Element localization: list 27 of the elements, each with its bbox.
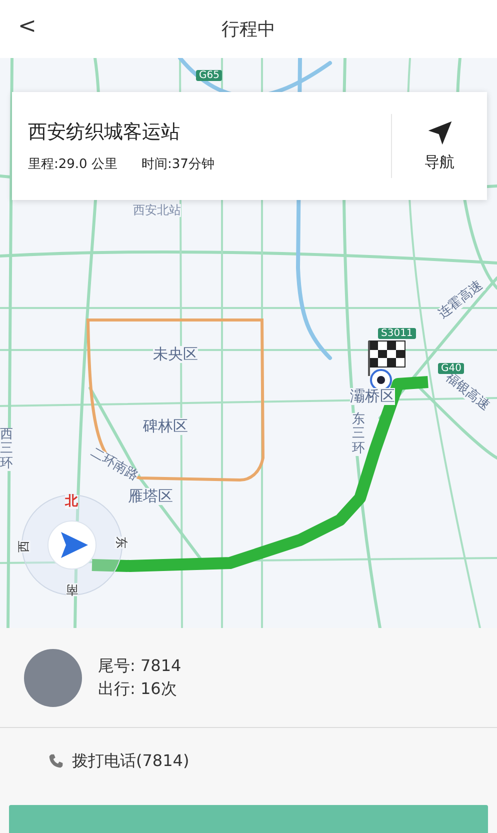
highway-shield: S3011 — [378, 328, 416, 339]
highway-shield: G65 — [196, 70, 222, 81]
road-label: 连霍高速 — [436, 278, 486, 322]
road-label: 东三环 — [352, 413, 365, 456]
highway-shield: G40 — [438, 363, 464, 374]
phone-icon — [48, 752, 64, 768]
duration-text: 时间:37分钟 — [141, 156, 214, 174]
compass-label: 东 — [114, 536, 128, 549]
distance-text: 里程:29.0 公里 — [28, 156, 118, 174]
confirm-button[interactable] — [9, 805, 488, 833]
district-label: 未央区 — [153, 346, 198, 362]
call-link[interactable]: 拨打电话(7814) — [48, 748, 190, 772]
navigation-button[interactable]: 导航 — [391, 114, 487, 178]
district-label: 灞桥区 — [350, 388, 395, 404]
trip-count-text: 出行: 16次 — [98, 678, 178, 700]
back-button[interactable]: < — [14, 14, 40, 40]
district-label: 雁塔区 — [128, 488, 173, 504]
navigation-icon — [426, 118, 454, 147]
compass-label: 西 — [17, 540, 31, 553]
station-label: 西安北站 — [133, 204, 181, 218]
destination-name: 西安纺织城客运站 — [28, 120, 181, 145]
road-label: 西三环 — [0, 428, 13, 471]
page-title: 行程中 — [222, 18, 276, 42]
compass-label: 南 — [66, 583, 78, 596]
tail-number-text: 尾号: 7814 — [98, 655, 182, 678]
compass-north-label: 北 — [65, 495, 78, 510]
district-label: 碑林区 — [143, 418, 188, 434]
